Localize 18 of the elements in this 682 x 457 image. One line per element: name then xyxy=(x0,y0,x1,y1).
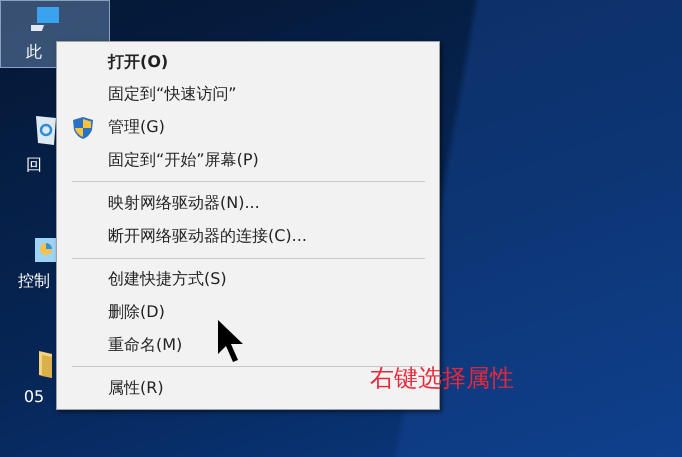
desktop-icon-label: 05 xyxy=(24,387,44,406)
folder-icon xyxy=(38,349,54,379)
computer-icon xyxy=(31,6,61,34)
menu-item[interactable]: 映射网络驱动器(N)... xyxy=(57,187,276,220)
recycle-bin-icon xyxy=(33,113,59,147)
menu-item[interactable]: 删除(D) xyxy=(57,296,181,329)
menu-item[interactable]: 固定到“开始”屏幕(P) xyxy=(57,144,275,176)
menu-item[interactable]: 管理(G) xyxy=(57,111,181,144)
menu-item[interactable]: 断开网络驱动器的连接(C)... xyxy=(57,220,323,253)
menu-item[interactable]: 固定到“快速访问” xyxy=(57,78,253,112)
desktop-icon-label: 回 xyxy=(26,155,42,176)
menu-item[interactable]: 创建快捷方式(S) xyxy=(57,264,243,296)
control-panel-icon xyxy=(34,237,58,263)
desktop-icon-label: 此 xyxy=(26,42,42,63)
shield-icon xyxy=(72,116,94,140)
menu-item[interactable]: 属性(R) xyxy=(57,372,180,405)
menu-item[interactable]: 重命名(M) xyxy=(57,328,198,362)
desktop-icon-label: 控制 xyxy=(18,271,50,292)
